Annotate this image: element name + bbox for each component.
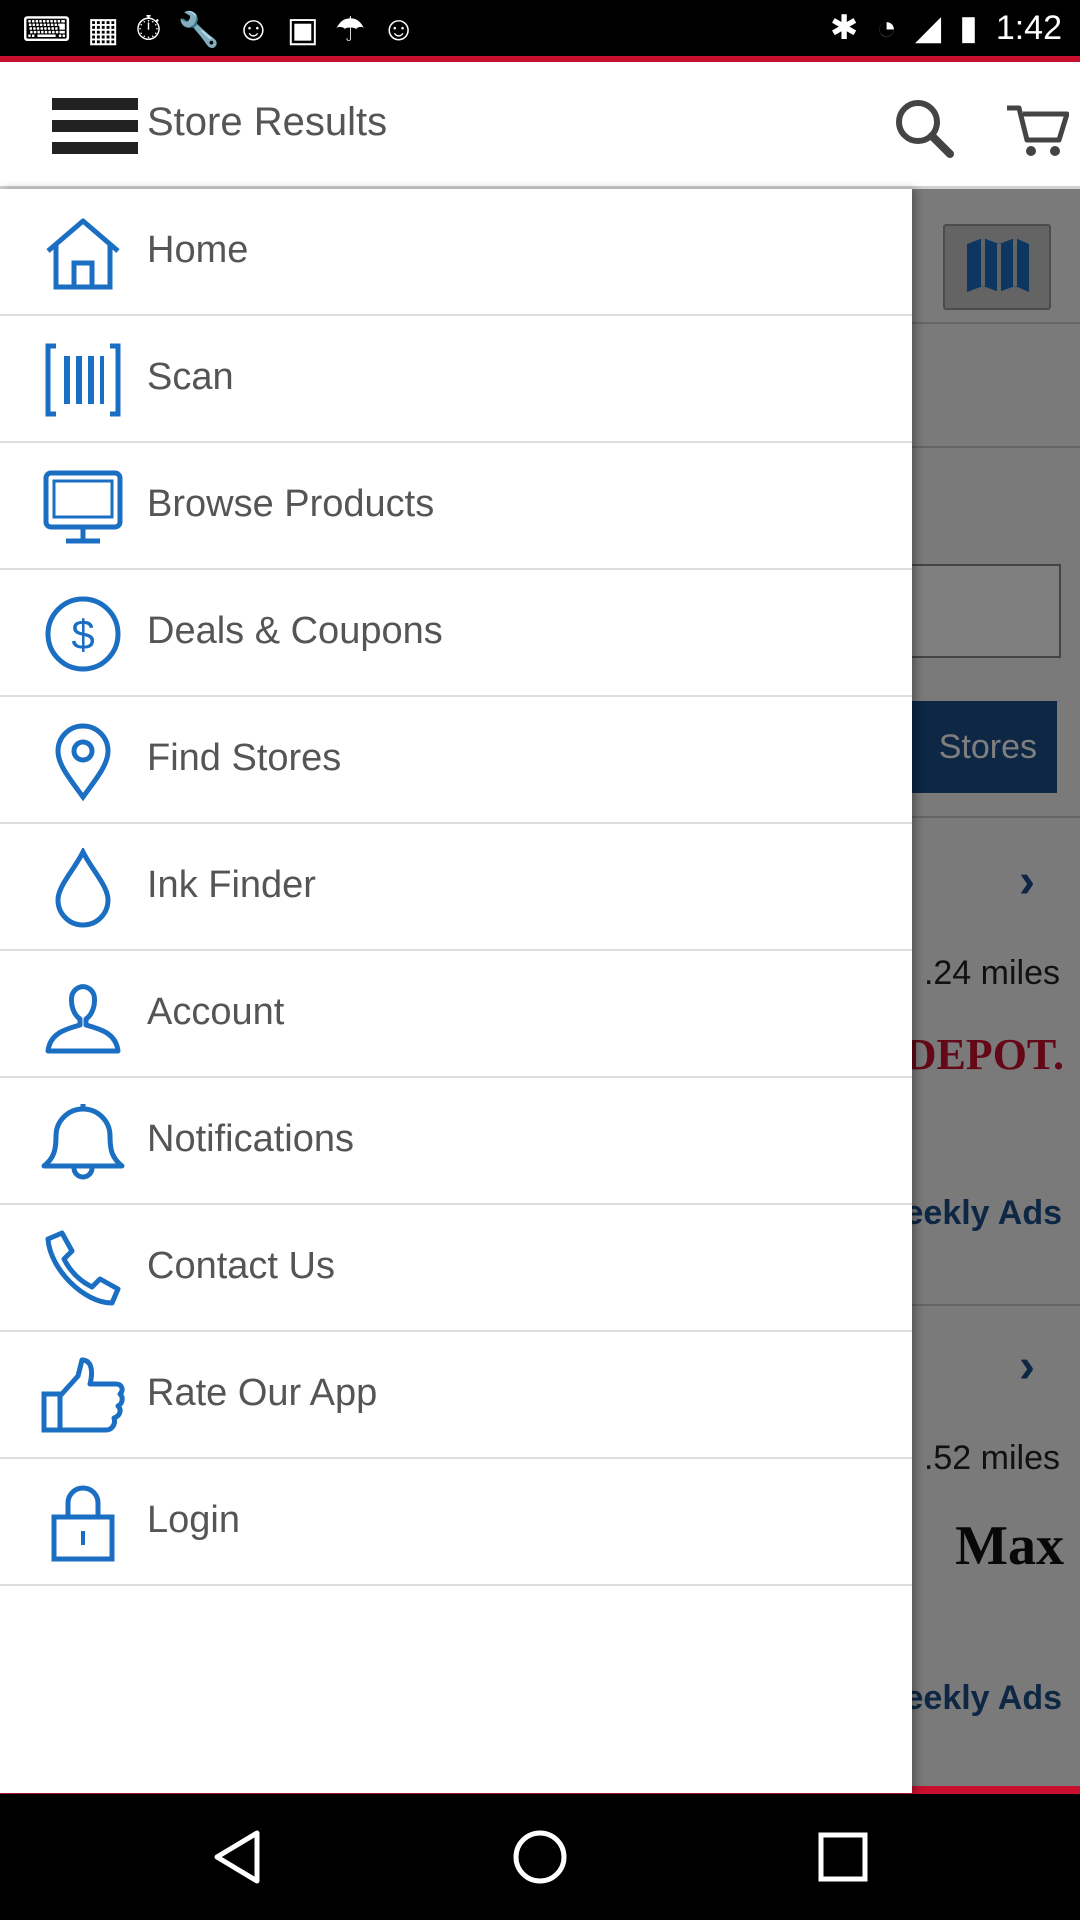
recent-apps-icon[interactable] <box>813 1827 873 1887</box>
sync-icon: ☂ <box>334 11 366 49</box>
app-bar: Store Results <box>0 62 1080 189</box>
drawer-item-label: Browse Products <box>147 483 435 525</box>
drawer-item-account[interactable]: Account <box>0 951 912 1078</box>
thumbs-up-icon <box>41 1357 125 1433</box>
status-bar: ⌨ ▦ ⏱ 🔧 ☺ ▣ ☂ ☺ ✱ ◔ ◢ ▮ 1:42 <box>0 0 1080 62</box>
ink-drop-icon <box>55 848 111 928</box>
wrench-icon: 🔧 <box>177 11 221 49</box>
drawer-item-browse-products[interactable]: Browse Products <box>0 443 912 570</box>
drawer-item-login[interactable]: Login <box>0 1459 912 1586</box>
svg-text:$: $ <box>71 611 94 658</box>
home-button-icon[interactable] <box>510 1827 570 1887</box>
smiley-icon-2: ☺ <box>381 10 417 48</box>
page-title: Store Results <box>147 100 388 144</box>
search-icon[interactable] <box>892 96 956 160</box>
back-icon[interactable] <box>207 1827 267 1887</box>
drawer-item-label: Home <box>147 229 249 271</box>
lock-icon <box>51 1485 115 1562</box>
signal-icon: ◢ <box>914 9 942 47</box>
drawer-item-label: Notifications <box>147 1118 354 1160</box>
drawer-item-contact-us[interactable]: Contact Us <box>0 1205 912 1332</box>
monitor-icon <box>43 470 123 544</box>
drawer-item-deals-coupons[interactable]: $ Deals & Coupons <box>0 570 912 697</box>
drawer-item-scan[interactable]: Scan <box>0 316 912 443</box>
notification-icons: ⌨ ▦ ⏱ 🔧 ☺ ▣ ☂ ☺ <box>22 10 416 50</box>
drawer-item-label: Ink Finder <box>147 864 316 906</box>
drawer-item-home[interactable]: Home <box>0 189 912 316</box>
drawer-item-label: Login <box>147 1499 240 1541</box>
drawer-item-label: Deals & Coupons <box>147 610 443 652</box>
smiley-icon: ☺ <box>236 10 271 48</box>
system-status: ✱ ◔ ◢ ▮ 1:42 <box>830 8 1062 48</box>
grid-icon: ▦ <box>87 11 120 49</box>
drawer-item-label: Account <box>147 991 285 1033</box>
barcode-icon <box>45 343 121 417</box>
user-icon <box>45 984 121 1054</box>
status-time: 1:42 <box>995 8 1062 47</box>
keyboard-icon: ⌨ <box>22 11 72 49</box>
qt-icon: ▣ <box>286 11 319 49</box>
drawer-item-notifications[interactable]: Notifications <box>0 1078 912 1205</box>
drawer-item-find-stores[interactable]: Find Stores <box>0 697 912 824</box>
navigation-drawer: Home Scan Browse Products $ Deals & Coup… <box>0 189 912 1793</box>
drawer-item-label: Scan <box>147 356 234 398</box>
menu-icon[interactable] <box>52 98 138 156</box>
system-navigation-bar <box>0 1794 1080 1920</box>
drawer-item-ink-finder[interactable]: Ink Finder <box>0 824 912 951</box>
cart-icon[interactable] <box>1005 96 1069 160</box>
dollar-icon: $ <box>45 596 121 672</box>
bell-icon <box>41 1104 125 1180</box>
battery-icon: ▮ <box>959 9 978 47</box>
drawer-item-label: Find Stores <box>147 737 342 779</box>
drawer-item-rate-our-app[interactable]: Rate Our App <box>0 1332 912 1459</box>
timer-icon: ⏱ <box>135 10 162 48</box>
home-icon <box>46 218 120 290</box>
location-pin-icon <box>55 723 111 801</box>
drawer-item-label: Contact Us <box>147 1245 335 1287</box>
bluetooth-icon: ✱ <box>829 9 859 47</box>
drawer-item-label: Rate Our App <box>147 1372 378 1414</box>
wifi-icon: ◔ <box>876 8 897 47</box>
phone-icon <box>45 1230 121 1306</box>
